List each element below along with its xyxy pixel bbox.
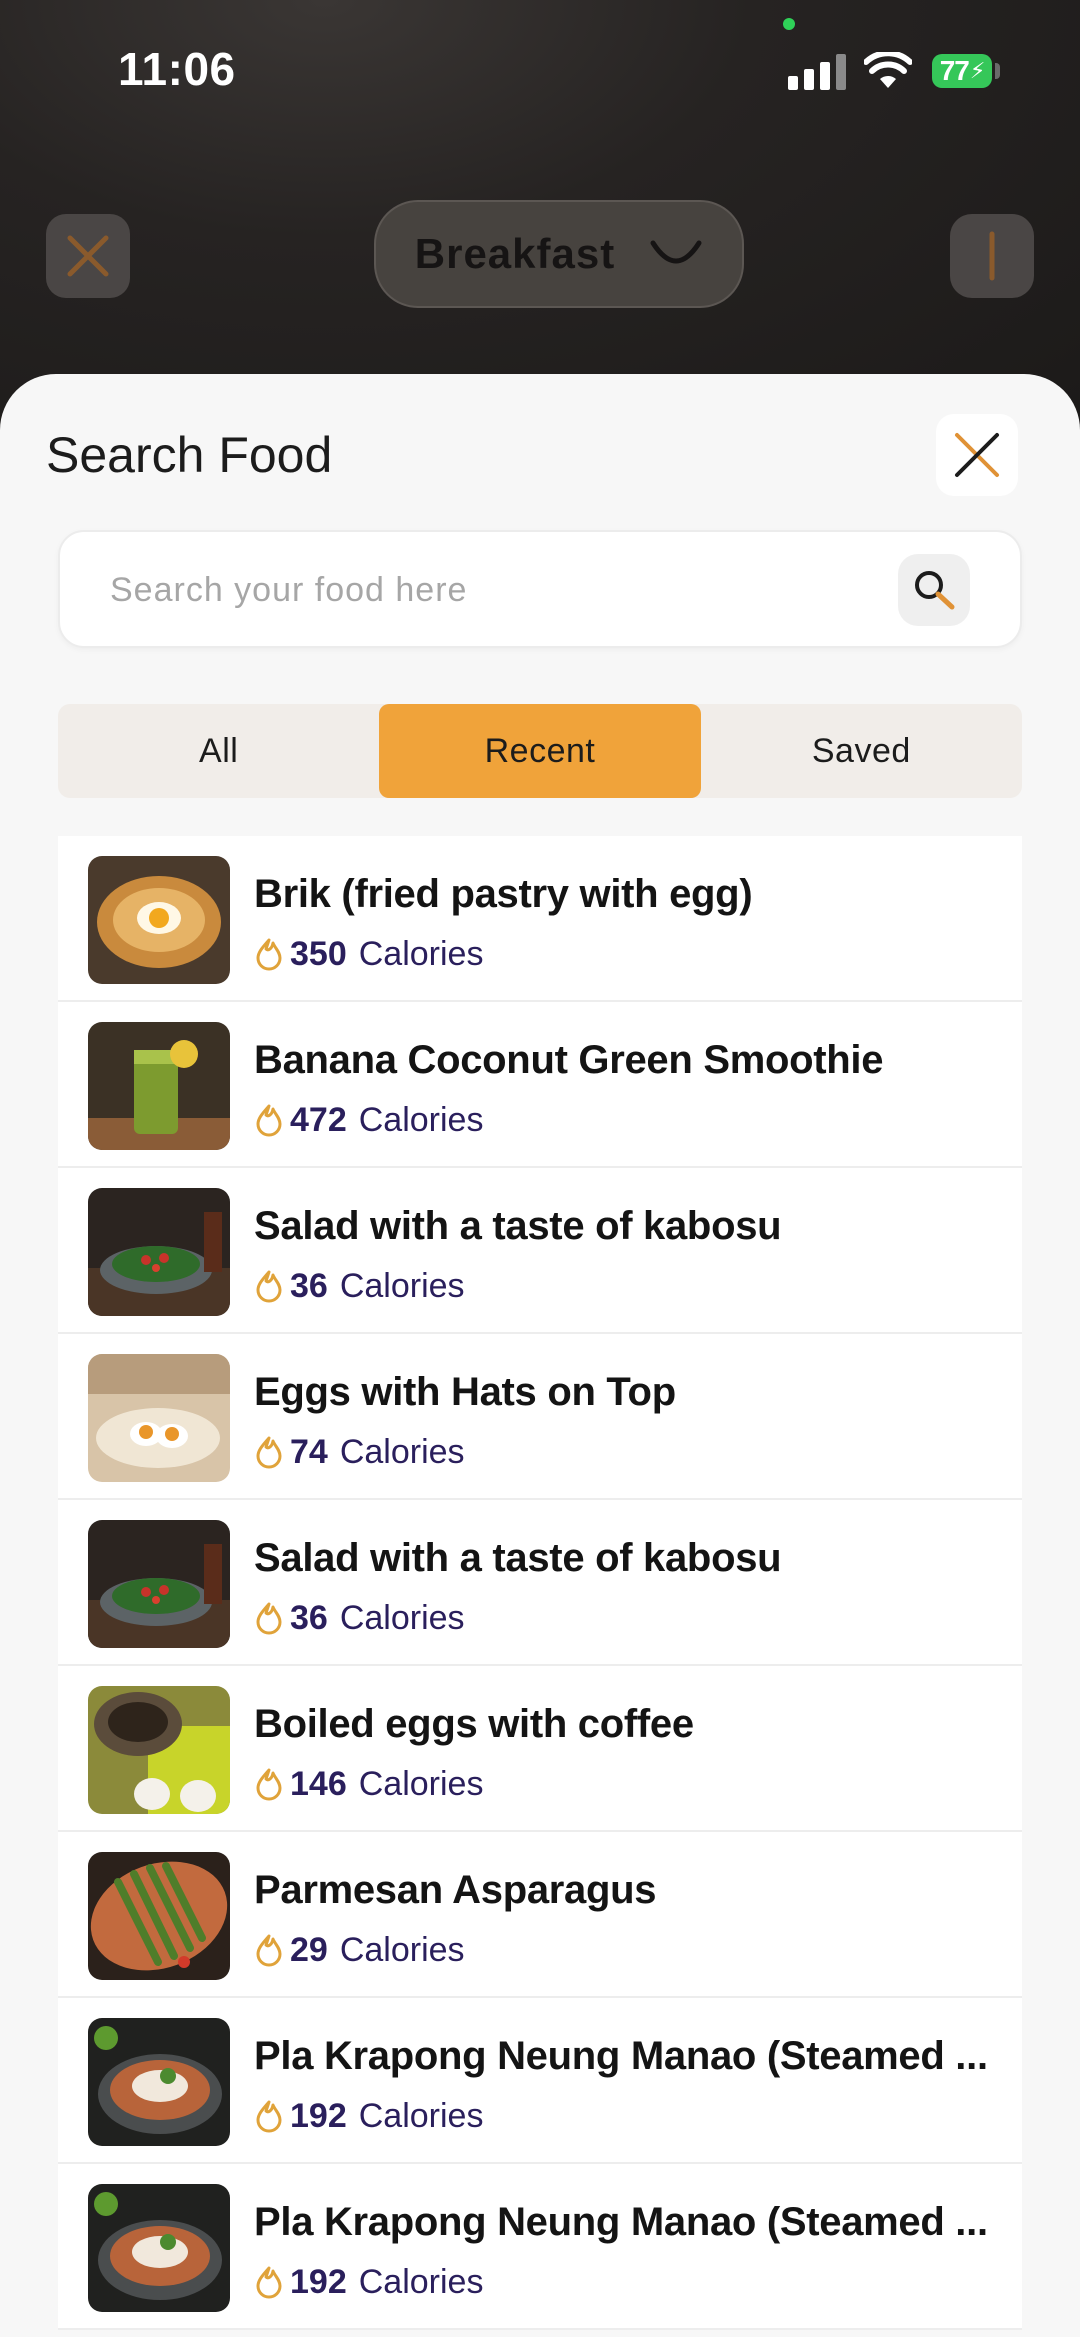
calorie-value: 192 xyxy=(290,2096,347,2135)
food-name: Banana Coconut Green Smoothie xyxy=(254,1038,884,1082)
food-thumbnail xyxy=(88,2018,230,2146)
calorie-value: 350 xyxy=(290,934,347,973)
food-thumbnail xyxy=(88,1354,230,1482)
calorie-value: 146 xyxy=(290,1764,347,1803)
flame-icon xyxy=(256,1602,282,1635)
flame-icon xyxy=(256,2100,282,2133)
food-thumbnail xyxy=(88,1686,230,1814)
calorie-unit: Calories xyxy=(358,934,484,973)
calorie-unit: Calories xyxy=(339,1266,465,1305)
info-icon xyxy=(989,231,995,281)
food-thumbnail xyxy=(88,856,230,984)
flame-icon xyxy=(256,1270,282,1303)
calorie-unit: Calories xyxy=(358,1764,484,1803)
status-bar: 11:06 77 ⚡ xyxy=(0,0,1080,140)
calorie-value: 192 xyxy=(290,2262,347,2301)
chevron-down-icon xyxy=(650,240,702,264)
search-icon xyxy=(915,571,955,610)
food-name: Boiled eggs with coffee xyxy=(254,1702,694,1746)
background-info-button xyxy=(950,214,1034,298)
calorie-value: 29 xyxy=(290,1930,328,1969)
food-name: Eggs with Hats on Top xyxy=(254,1370,676,1414)
tab-all[interactable]: All xyxy=(58,704,379,798)
calorie-unit: Calories xyxy=(339,1598,465,1637)
calorie-unit: Calories xyxy=(339,1432,465,1471)
flame-icon xyxy=(256,1934,282,1967)
food-name: Pla Krapong Neung Manao (Steamed ... xyxy=(254,2034,988,2078)
status-time: 11:06 xyxy=(118,43,236,95)
cellular-signal-icon xyxy=(788,54,846,90)
food-list-item[interactable]: Parmesan Asparagus 29 Calories xyxy=(58,1832,1022,1998)
food-list-item[interactable]: Salad with a taste of kabosu 36 Calories xyxy=(58,1168,1022,1334)
calorie-value: 74 xyxy=(290,1432,328,1471)
calorie-unit: Calories xyxy=(339,1930,465,1969)
sheet-close-button[interactable] xyxy=(936,414,1018,496)
food-list-item[interactable]: Brik (fried pastry with egg) 350 Calorie… xyxy=(58,836,1022,1002)
meal-label: Breakfast xyxy=(414,230,616,277)
food-thumbnail xyxy=(88,1520,230,1648)
food-list: Brik (fried pastry with egg) 350 Calorie… xyxy=(58,836,1022,2330)
filter-tabs: All Recent Saved xyxy=(58,704,1022,798)
food-list-item[interactable]: Pla Krapong Neung Manao (Steamed ... 192… xyxy=(58,2164,1022,2330)
food-name: Brik (fried pastry with egg) xyxy=(254,872,753,916)
calorie-unit: Calories xyxy=(358,2096,484,2135)
flame-icon xyxy=(256,938,282,971)
meal-selector: Breakfast xyxy=(374,200,744,308)
camera-indicator-dot xyxy=(783,18,795,30)
charging-bolt-icon: ⚡ xyxy=(969,58,985,83)
food-thumbnail xyxy=(88,1188,230,1316)
search-box xyxy=(58,530,1022,648)
battery-icon: 77 ⚡ xyxy=(932,54,992,88)
food-calories: 29 Calories xyxy=(254,1928,465,1972)
food-name: Parmesan Asparagus xyxy=(254,1868,657,1912)
food-calories: 472 Calories xyxy=(254,1098,483,1142)
flame-icon xyxy=(256,2266,282,2299)
food-thumbnail xyxy=(88,1022,230,1150)
sheet-title: Search Food xyxy=(46,427,333,483)
battery-level: 77 xyxy=(939,55,970,86)
calorie-value: 36 xyxy=(290,1598,328,1637)
food-list-item[interactable]: Boiled eggs with coffee 146 Calories xyxy=(58,1666,1022,1832)
food-calories: 74 Calories xyxy=(254,1430,465,1474)
food-calories: 350 Calories xyxy=(254,932,483,976)
tab-saved[interactable]: Saved xyxy=(701,704,1022,798)
calorie-value: 472 xyxy=(290,1100,347,1139)
food-thumbnail xyxy=(88,1852,230,1980)
food-list-item[interactable]: Pla Krapong Neung Manao (Steamed ... 192… xyxy=(58,1998,1022,2164)
search-button[interactable] xyxy=(898,554,970,626)
search-food-sheet: Search Food All Recent Saved Brik (fried… xyxy=(0,374,1080,2337)
battery-tip xyxy=(995,63,1000,79)
food-thumbnail xyxy=(88,2184,230,2312)
calorie-unit: Calories xyxy=(358,1100,484,1139)
food-calories: 146 Calories xyxy=(254,1762,483,1806)
close-icon xyxy=(955,433,999,477)
food-calories: 192 Calories xyxy=(254,2094,483,2138)
wifi-icon xyxy=(864,52,912,88)
calorie-unit: Calories xyxy=(358,2262,484,2301)
food-list-item[interactable]: Banana Coconut Green Smoothie 472 Calori… xyxy=(58,1002,1022,1168)
food-list-item[interactable]: Salad with a taste of kabosu 36 Calories xyxy=(58,1500,1022,1666)
flame-icon xyxy=(256,1436,282,1469)
food-calories: 192 Calories xyxy=(254,2260,483,2304)
food-name: Salad with a taste of kabosu xyxy=(254,1204,782,1248)
search-input[interactable] xyxy=(110,562,910,618)
flame-icon xyxy=(256,1104,282,1137)
close-icon xyxy=(67,235,109,277)
food-calories: 36 Calories xyxy=(254,1264,465,1308)
food-name: Pla Krapong Neung Manao (Steamed ... xyxy=(254,2200,988,2244)
flame-icon xyxy=(256,1768,282,1801)
food-calories: 36 Calories xyxy=(254,1596,465,1640)
background-close-button xyxy=(46,214,130,298)
tab-recent[interactable]: Recent xyxy=(379,704,701,798)
food-list-item[interactable]: Eggs with Hats on Top 74 Calories xyxy=(58,1334,1022,1500)
calorie-value: 36 xyxy=(290,1266,328,1305)
food-name: Salad with a taste of kabosu xyxy=(254,1536,782,1580)
